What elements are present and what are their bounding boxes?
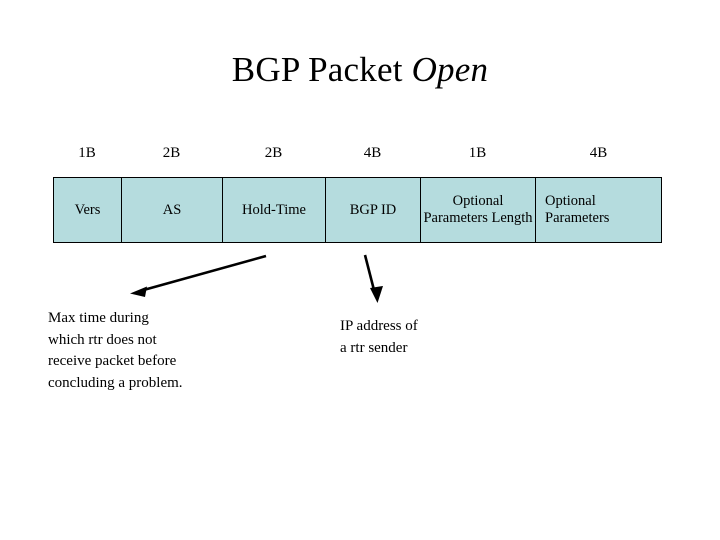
packet-field-bgp-id: BGP ID [325, 178, 420, 242]
slide-canvas: BGP Packet Open 1B 2B 2B 4B 1B 4B Vers A… [0, 0, 720, 540]
packet-field-as: AS [121, 178, 222, 242]
packet-field-vers: Vers [54, 178, 121, 242]
field-size-label-as: 2B [162, 145, 181, 161]
annotation-bgp-id: IP address of a rtr sender [340, 318, 418, 356]
field-size-label-opt-params: 4B [589, 145, 608, 161]
packet-field-vers-label: Vers [74, 201, 101, 218]
packet-field-optional-parameters-label: Optional Parameters [545, 193, 610, 226]
packet-format-table: Vers AS Hold-Time BGP ID Optional Parame… [53, 177, 662, 243]
field-size-label-vers: 1B [78, 145, 96, 161]
packet-field-hold-time-label: Hold-Time [242, 201, 306, 218]
packet-field-optional-parameters-length-label: Optional Parameters Length [423, 193, 533, 226]
packet-field-optional-parameters: Optional Parameters [535, 178, 661, 242]
page-title-main: BGP Packet [231, 50, 412, 89]
packet-field-optional-parameters-length: Optional Parameters Length [420, 178, 535, 242]
page-title: BGP Packet Open [0, 48, 720, 92]
field-size-label-hold-time: 2B [264, 145, 283, 161]
field-size-label-bgp-id: 4B [363, 145, 382, 161]
field-size-label-row: 1B 2B 2B 4B 1B 4B [53, 143, 662, 165]
arrow-to-hold-time [130, 254, 267, 297]
field-size-label-opt-len: 1B [468, 145, 487, 161]
page-title-emphasis: Open [411, 50, 489, 89]
packet-field-as-label: AS [162, 201, 182, 218]
packet-field-hold-time: Hold-Time [222, 178, 325, 242]
annotation-hold-time: Max time during which rtr does not recei… [48, 310, 183, 391]
packet-field-bgp-id-label: BGP ID [349, 201, 397, 218]
arrow-to-bgp-id [363, 254, 383, 303]
